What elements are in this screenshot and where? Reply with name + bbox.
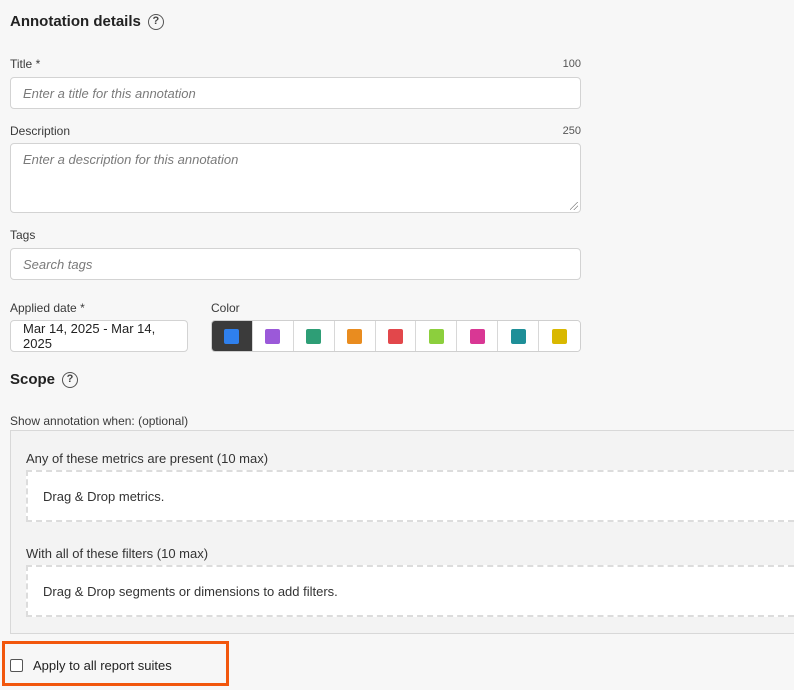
help-icon[interactable]: ? xyxy=(147,13,164,30)
color-option-9[interactable] xyxy=(539,321,580,351)
color-swatch xyxy=(428,328,444,344)
color-option-1[interactable] xyxy=(212,321,253,351)
color-label: Color xyxy=(211,301,240,315)
color-swatch xyxy=(265,328,281,344)
color-swatch xyxy=(347,328,363,344)
annotation-details-heading: Annotation details ? xyxy=(10,13,164,30)
show-annotation-when-label: Show annotation when: (optional) xyxy=(10,414,189,428)
color-swatch xyxy=(388,328,403,344)
tags-placeholder: Search tags xyxy=(23,256,93,272)
color-option-4[interactable] xyxy=(334,321,376,351)
color-option-5[interactable] xyxy=(375,321,417,351)
scope-title: Scope xyxy=(10,371,56,388)
title-placeholder: Enter a title for this annotation xyxy=(23,85,196,101)
required-asterisk: * xyxy=(35,57,41,71)
title-label: Title * xyxy=(10,57,40,71)
metrics-dropzone[interactable]: Drag & Drop metrics. xyxy=(26,470,794,522)
title-input[interactable]: Enter a title for this annotation xyxy=(10,77,581,109)
color-swatch xyxy=(510,328,526,344)
color-option-2[interactable] xyxy=(252,321,294,351)
applied-date-label-text: Applied date xyxy=(10,301,77,315)
title-label-text: Title xyxy=(10,57,33,71)
apply-all-report-suites-label: Apply to all report suites xyxy=(33,658,172,673)
tags-label: Tags xyxy=(10,228,36,242)
tags-search-input[interactable]: Search tags xyxy=(10,248,581,280)
metrics-group-label: Any of these metrics are present (10 max… xyxy=(26,451,269,466)
description-textarea[interactable]: Enter a description for this annotation xyxy=(10,143,581,213)
scope-heading: Scope ? xyxy=(10,371,79,388)
help-icon[interactable]: ? xyxy=(62,371,79,388)
color-swatch xyxy=(224,328,240,344)
checkbox-icon[interactable] xyxy=(10,659,23,672)
color-option-8[interactable] xyxy=(498,321,540,351)
description-char-limit: 250 xyxy=(562,125,581,137)
annotation-details-title: Annotation details xyxy=(10,13,141,30)
color-option-7[interactable] xyxy=(457,321,499,351)
apply-all-report-suites-checkbox[interactable]: Apply to all report suites xyxy=(10,658,172,673)
filters-group-label: With all of these filters (10 max) xyxy=(26,546,209,561)
color-option-6[interactable] xyxy=(416,321,458,351)
color-swatch xyxy=(552,328,568,344)
filters-dropzone-text: Drag & Drop segments or dimensions to ad… xyxy=(43,583,338,599)
color-swatch xyxy=(469,328,485,344)
filters-dropzone[interactable]: Drag & Drop segments or dimensions to ad… xyxy=(26,565,794,617)
title-char-limit: 100 xyxy=(562,58,581,70)
applied-date-value: Mar 14, 2025 - Mar 14, 2025 xyxy=(23,321,156,351)
description-placeholder: Enter a description for this annotation xyxy=(23,152,239,167)
color-swatch xyxy=(306,328,322,344)
applied-date-field[interactable]: Mar 14, 2025 - Mar 14, 2025 xyxy=(10,320,188,352)
color-picker xyxy=(211,320,581,352)
required-asterisk: * xyxy=(80,301,85,315)
description-label: Description xyxy=(10,124,71,138)
applied-date-label: Applied date * xyxy=(10,301,85,315)
metrics-dropzone-text: Drag & Drop metrics. xyxy=(43,488,165,504)
color-option-3[interactable] xyxy=(293,321,335,351)
resize-handle-icon[interactable] xyxy=(570,202,578,210)
